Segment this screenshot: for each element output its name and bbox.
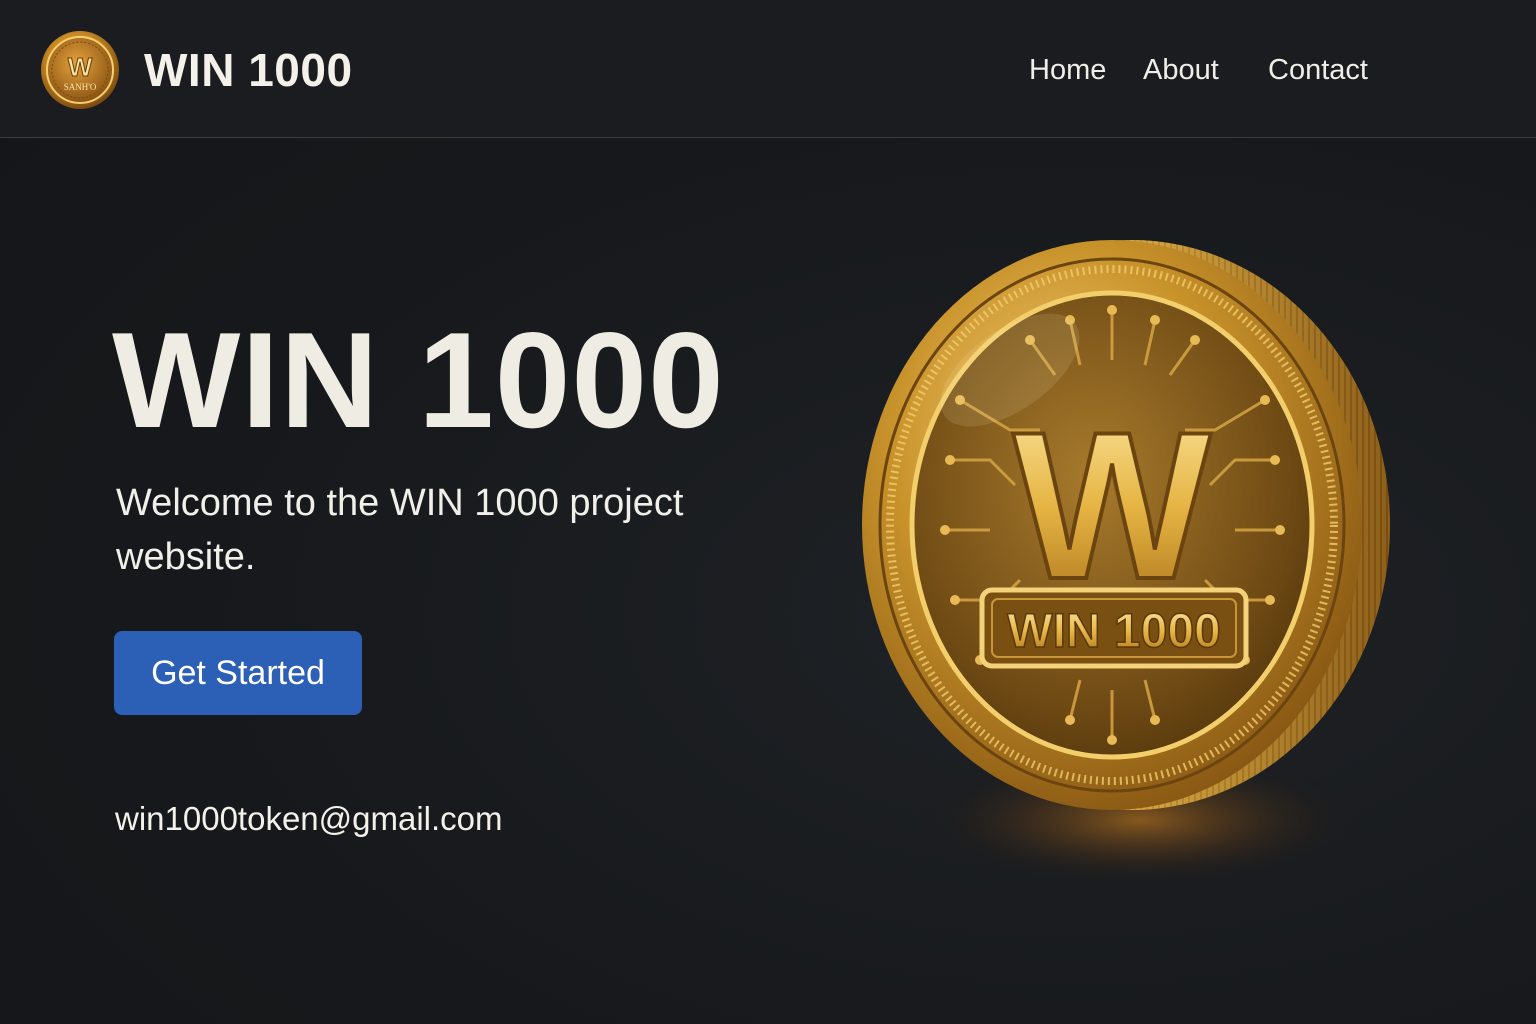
contact-email-link[interactable]: win1000token@gmail.com (115, 798, 503, 840)
nav-home[interactable]: Home (1029, 50, 1106, 90)
svg-text:SANH'O: SANH'O (64, 82, 97, 92)
nav-about[interactable]: About (1143, 50, 1219, 90)
hero-subtitle: Welcome to the WIN 1000 project website. (116, 482, 684, 578)
svg-text:WIN 1000: WIN 1000 (1007, 605, 1220, 658)
page: W SANH'O WIN 1000 Home About Contact WIN… (0, 0, 1536, 1024)
gold-coin-illustration: W WIN 1000 (862, 240, 1390, 890)
coin-logo-icon[interactable]: W SANH'O (40, 30, 120, 110)
nav-contact[interactable]: Contact (1268, 50, 1368, 90)
brand-name[interactable]: WIN 1000 (144, 42, 353, 98)
hero-title: WIN 1000 (112, 304, 725, 456)
navbar: W SANH'O WIN 1000 Home About Contact (0, 0, 1536, 138)
svg-text:W: W (68, 52, 93, 82)
get-started-button[interactable]: Get Started (114, 631, 362, 715)
